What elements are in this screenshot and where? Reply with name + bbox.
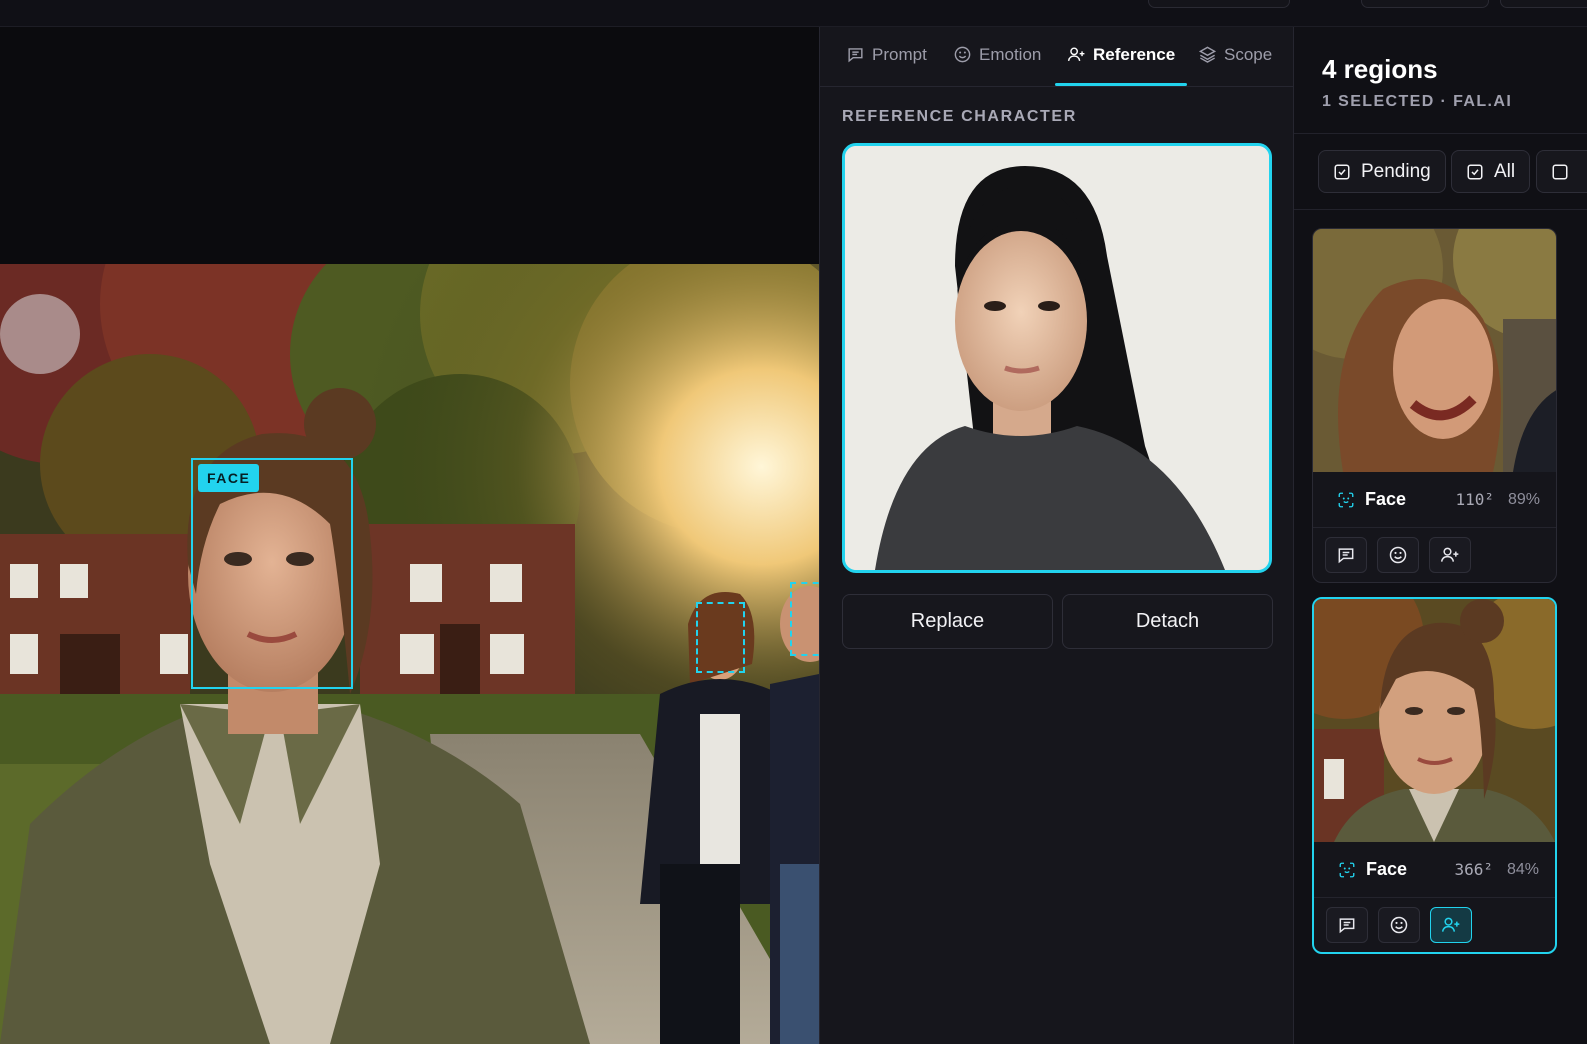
prompt-action-button[interactable]	[1326, 907, 1368, 943]
smile-icon	[954, 46, 971, 63]
filter-none-button[interactable]	[1536, 150, 1587, 193]
inspector-tabs: Prompt Emotion Reference Scope	[820, 27, 1294, 87]
user-plus-icon	[1441, 917, 1460, 932]
tab-scope[interactable]: Scope	[1186, 45, 1284, 85]
face-detection-box[interactable]	[790, 582, 819, 656]
inspector-panel: Prompt Emotion Reference Scope REFERENCE…	[819, 27, 1294, 1044]
regions-subtitle: 1 SELECTED · FAL.AI	[1322, 93, 1513, 110]
square-icon	[1552, 164, 1568, 179]
tab-label: Reference	[1093, 45, 1176, 64]
emotion-action-button[interactable]	[1377, 537, 1419, 573]
filter-all-button[interactable]: All	[1451, 150, 1531, 193]
message-square-icon	[848, 48, 863, 63]
divider	[1294, 209, 1587, 210]
region-confidence: 84%	[1506, 860, 1539, 878]
check-square-icon	[1334, 164, 1350, 179]
filter-pending-button[interactable]: Pending	[1318, 150, 1446, 193]
tab-emotion[interactable]: Emotion	[941, 45, 1053, 85]
user-plus-icon	[1067, 47, 1085, 61]
tab-label: Prompt	[872, 45, 927, 64]
region-thumbnail	[1314, 599, 1555, 842]
smile-icon	[1390, 916, 1408, 934]
region-thumbnail	[1313, 229, 1556, 472]
region-size: 366²	[1454, 860, 1493, 879]
reference-character-image[interactable]	[842, 143, 1272, 573]
region-actions	[1314, 898, 1555, 952]
scan-face-icon	[1338, 492, 1354, 507]
filter-label: Pending	[1361, 160, 1431, 182]
check-square-icon	[1467, 164, 1483, 179]
region-actions	[1313, 528, 1556, 582]
layers-icon	[1198, 46, 1217, 63]
regions-panel: 4 regions 1 SELECTED · FAL.AI Pending Al…	[1294, 27, 1587, 1044]
face-detection-box-primary[interactable]	[191, 458, 353, 689]
face-detection-box[interactable]	[696, 602, 745, 673]
reference-action-button-active[interactable]	[1430, 907, 1472, 943]
toolbar-button[interactable]	[1500, 0, 1587, 8]
prompt-action-button[interactable]	[1325, 537, 1367, 573]
toolbar-button[interactable]	[1148, 0, 1290, 8]
smile-icon	[1389, 546, 1407, 564]
tab-label: Scope	[1224, 45, 1273, 64]
tab-reference[interactable]: Reference	[1055, 45, 1188, 86]
region-meta: Face 110² 89%	[1313, 472, 1556, 528]
section-title: REFERENCE CHARACTER	[842, 108, 1077, 125]
region-confidence: 89%	[1507, 490, 1540, 508]
region-label: Face	[1366, 859, 1408, 879]
regions-count-title: 4 regions	[1322, 54, 1438, 84]
image-canvas[interactable]: FACE	[0, 27, 819, 1044]
tab-label: Emotion	[979, 45, 1042, 64]
message-square-icon	[1339, 918, 1355, 934]
region-card-selected[interactable]: Face 366² 84%	[1312, 597, 1557, 954]
divider	[1294, 133, 1587, 134]
user-plus-icon	[1440, 547, 1459, 562]
message-square-icon	[1338, 548, 1354, 564]
replace-reference-button[interactable]: Replace	[842, 594, 1053, 649]
region-card[interactable]: Face 110² 89%	[1312, 228, 1557, 583]
detach-reference-button[interactable]: Detach	[1062, 594, 1273, 649]
region-meta: Face 366² 84%	[1314, 842, 1555, 898]
reference-action-button[interactable]	[1429, 537, 1471, 573]
top-bar	[0, 0, 1587, 27]
region-label: Face	[1365, 489, 1407, 509]
face-tag-badge: FACE	[198, 464, 260, 492]
region-size: 110²	[1455, 490, 1494, 509]
emotion-action-button[interactable]	[1378, 907, 1420, 943]
filter-label: All	[1494, 160, 1516, 182]
scan-face-icon	[1339, 862, 1355, 877]
tab-prompt[interactable]: Prompt	[834, 45, 939, 85]
toolbar-button[interactable]	[1361, 0, 1489, 8]
